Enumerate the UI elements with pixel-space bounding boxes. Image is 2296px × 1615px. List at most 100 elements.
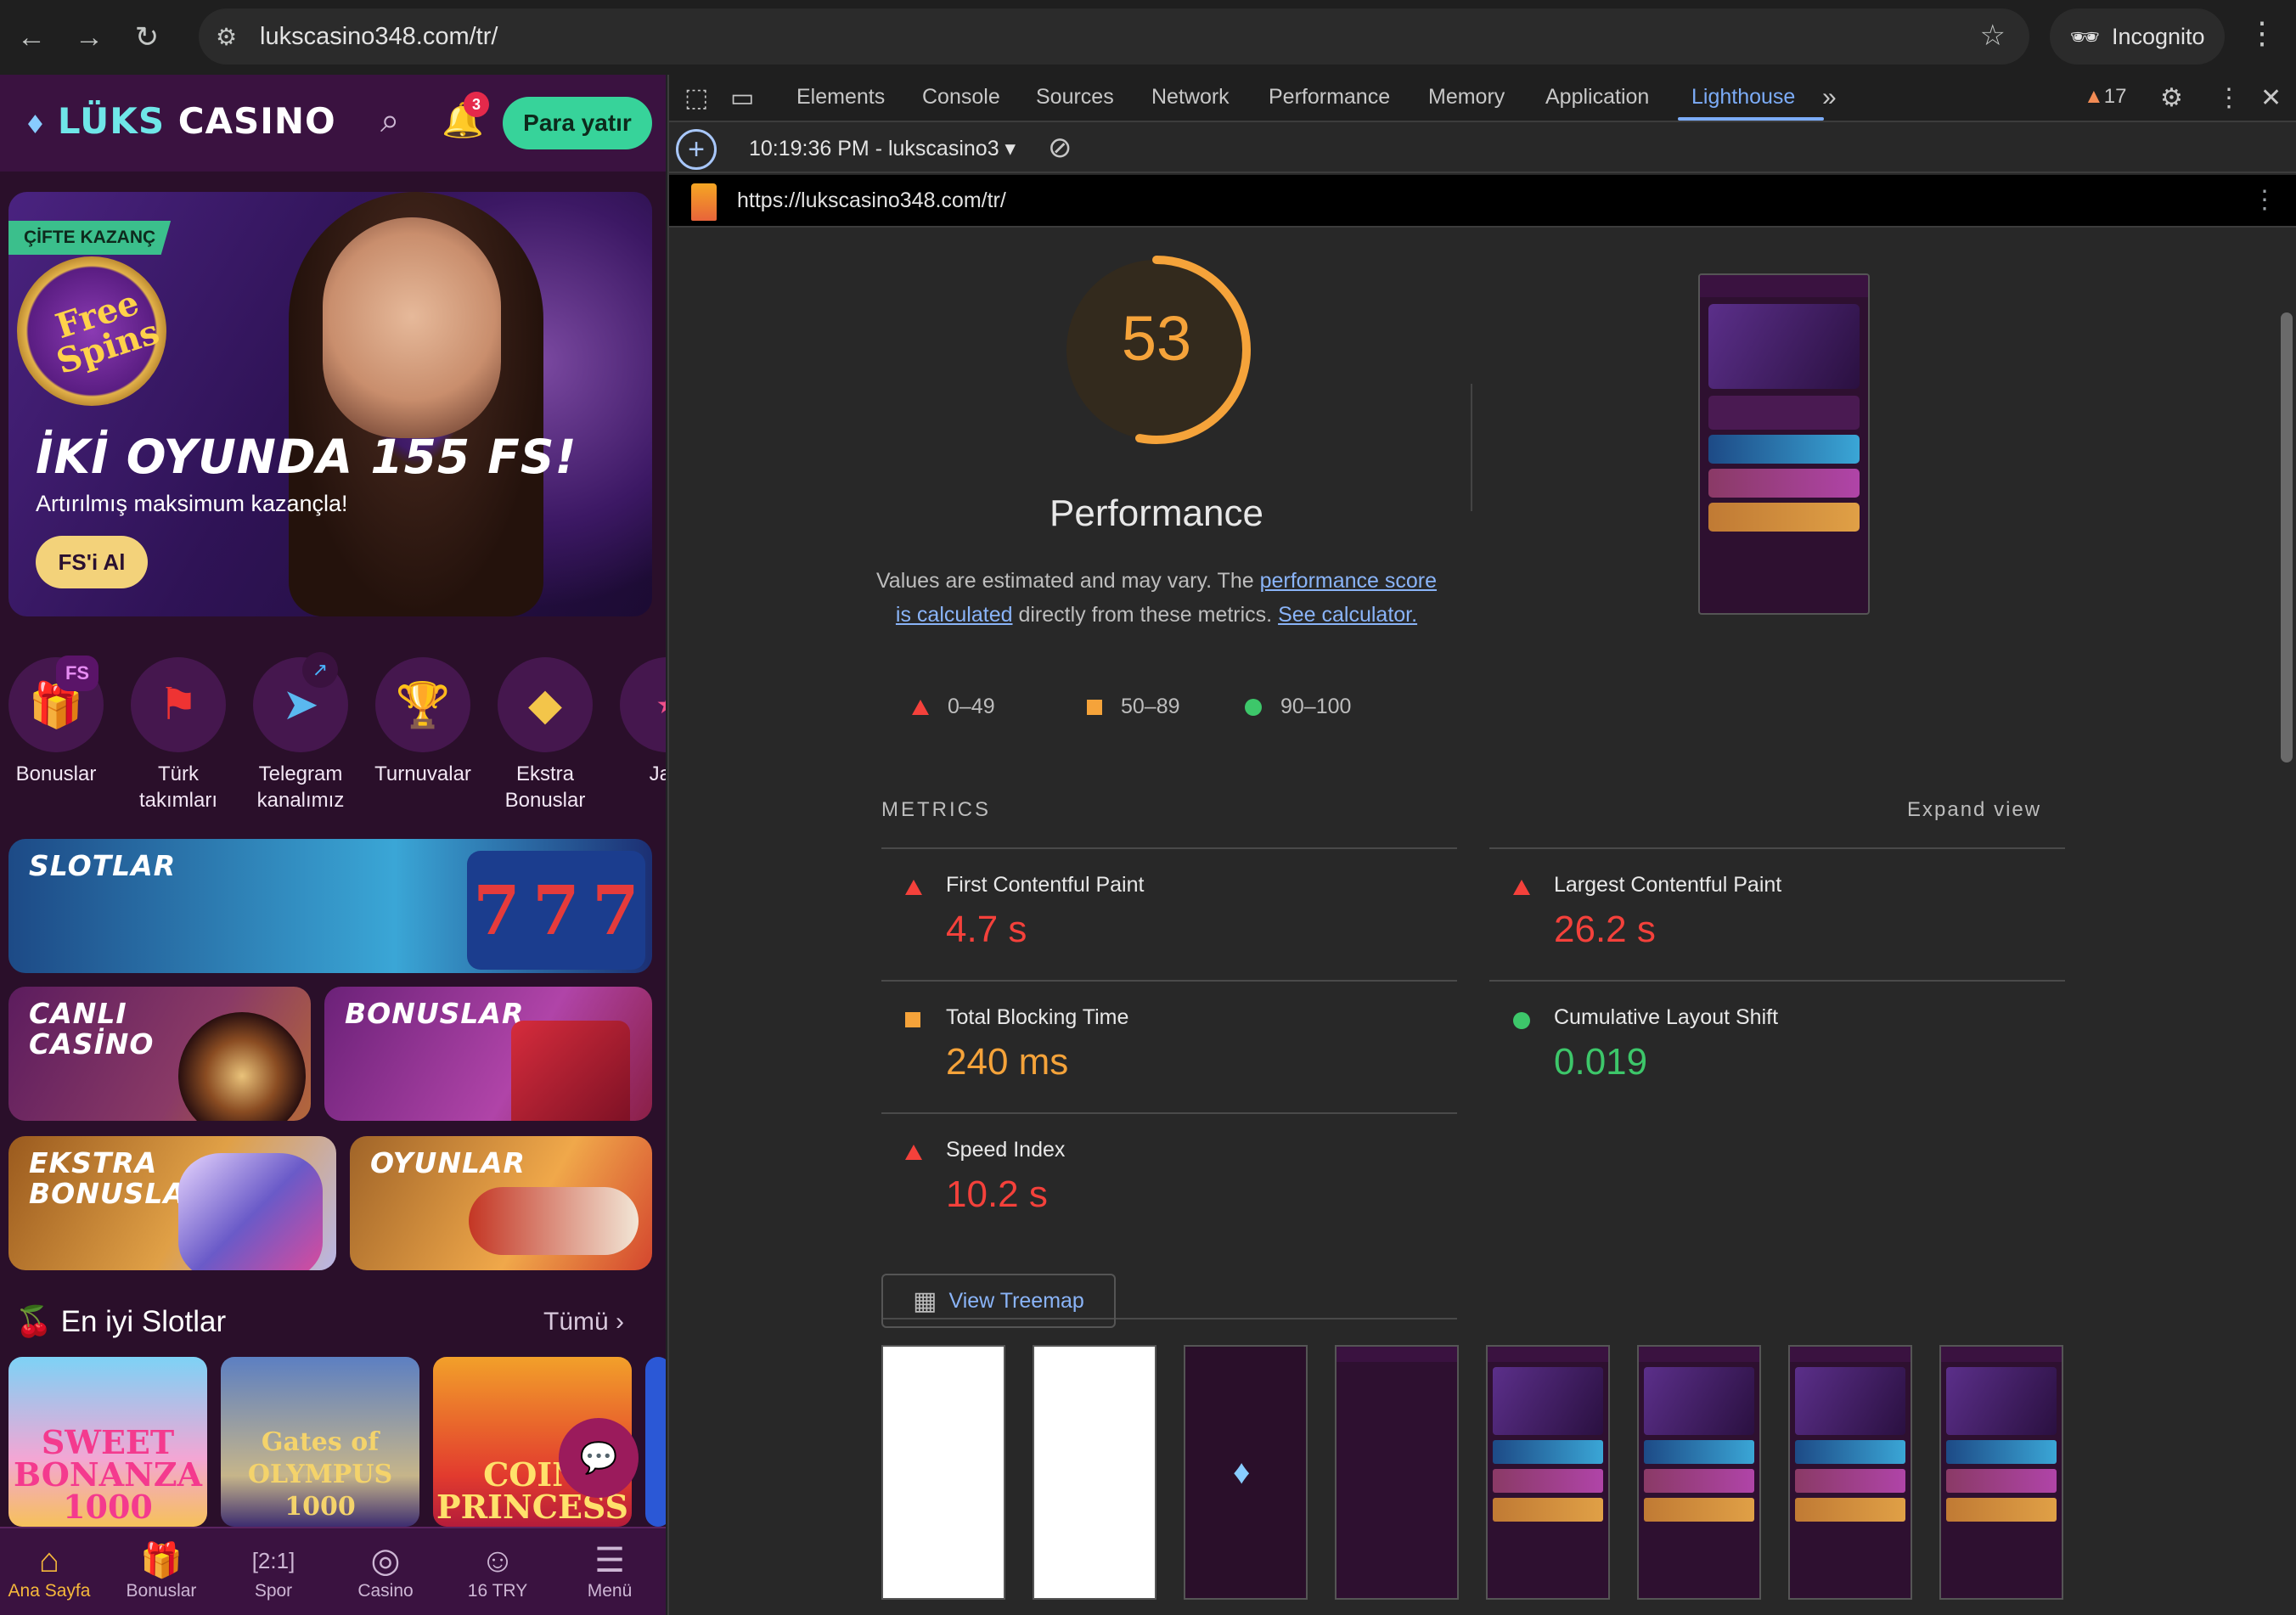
- more-tabs-icon[interactable]: »: [1822, 83, 1837, 112]
- metric-name: Speed Index: [946, 1138, 1066, 1162]
- nav-spor[interactable]: [2:1] Spor: [222, 1540, 324, 1601]
- nav-account[interactable]: ☺ 16 TRY: [447, 1540, 549, 1601]
- quick-link-label: Ekstra Bonuslar: [504, 762, 586, 812]
- warning-icon: ▲: [2084, 85, 2104, 108]
- chat-icon[interactable]: 💬: [559, 1418, 639, 1498]
- tile-title: CANLI CASİNO: [29, 997, 155, 1061]
- home-icon: ⌂: [38, 1542, 60, 1579]
- nav-menu[interactable]: ☰ Menü: [559, 1540, 661, 1601]
- airplane-image: [469, 1187, 639, 1255]
- tab-network[interactable]: Network: [1151, 85, 1230, 110]
- pass-circle-icon: [1513, 1012, 1530, 1029]
- address-text[interactable]: lukscasino348.com/tr/: [260, 23, 498, 51]
- quick-link-jackpot[interactable]: ★ Jacl: [608, 657, 666, 787]
- incognito-indicator[interactable]: 🕶 Incognito: [2050, 8, 2225, 65]
- tile-bonuslar[interactable]: BONUSLAR: [324, 987, 652, 1121]
- tab-lighthouse[interactable]: Lighthouse: [1691, 85, 1795, 110]
- metric-name: Total Blocking Time: [946, 1005, 1129, 1029]
- quick-link-bonuslar[interactable]: 🎁 FS Bonuslar: [0, 656, 115, 787]
- tile-slotlar[interactable]: SLOTLAR 777: [8, 839, 652, 973]
- turkey-flag-icon: ⚑: [131, 657, 226, 752]
- nav-label: 16 TRY: [467, 1581, 528, 1601]
- report-selector[interactable]: 10:19:36 PM - lukscasino3 ▾: [749, 136, 1016, 161]
- game-card[interactable]: Gates of OLYMPUS 1000: [221, 1357, 419, 1527]
- frame-header: [1941, 1347, 2062, 1362]
- settings-gear-icon[interactable]: ⚙: [2160, 83, 2183, 113]
- tab-performance[interactable]: Performance: [1269, 85, 1390, 110]
- tab-sources[interactable]: Sources: [1036, 85, 1114, 110]
- nav-bonuslar[interactable]: 🎁 Bonuslar: [110, 1540, 212, 1601]
- deposit-button[interactable]: Para yatır: [503, 97, 652, 149]
- legend-range: 50–89: [1121, 695, 1180, 718]
- filmstrip-frame: [1788, 1345, 1912, 1600]
- quick-link-turk-takimlari[interactable]: ⚑ Türk takımları: [119, 657, 238, 813]
- frame-tile: [1946, 1440, 2057, 1464]
- device-toolbar-icon[interactable]: ▭: [730, 83, 754, 113]
- tab-elements[interactable]: Elements: [796, 85, 885, 110]
- frame-tile: [1493, 1440, 1603, 1464]
- nav-casino[interactable]: ◎ Casino: [335, 1540, 436, 1601]
- tab-console[interactable]: Console: [922, 85, 1000, 110]
- game-card[interactable]: SWEET BONANZA 1000: [8, 1357, 207, 1527]
- notification-badge: 3: [464, 92, 489, 117]
- address-bar[interactable]: ⚙ lukscasino348.com/tr/ ☆: [199, 8, 2029, 65]
- filmstrip-frame: [1335, 1345, 1459, 1600]
- incognito-label: Incognito: [2111, 23, 2205, 49]
- section-title-text: En iyi Slotlar: [60, 1305, 227, 1338]
- nav-label: Menü: [587, 1581, 633, 1601]
- report-menu-icon[interactable]: ⋮: [2252, 185, 2277, 215]
- loading-gem-icon: ♦: [1233, 1454, 1251, 1491]
- tile-oyunlar[interactable]: OYUNLAR: [350, 1136, 652, 1270]
- diamond-icon: ◆: [498, 657, 593, 752]
- treemap-icon: ▦: [913, 1286, 937, 1315]
- site-info-icon[interactable]: ⚙: [216, 23, 250, 51]
- gift-box-image: [511, 1021, 630, 1121]
- quick-link-label: Türk takımları: [138, 762, 217, 812]
- quick-link-turnuvalar[interactable]: 🏆 Turnuvalar: [363, 657, 482, 787]
- warnings-counter[interactable]: ▲17: [2084, 85, 2126, 109]
- final-screenshot[interactable]: [1698, 273, 1870, 615]
- tile-canli-casino[interactable]: CANLI CASİNO: [8, 987, 311, 1121]
- metric-lcp: Largest Contentful Paint 26.2 s: [1489, 847, 2065, 982]
- inspect-element-icon[interactable]: ⬚: [684, 83, 708, 113]
- quick-links: 🎁 FS Bonuslar ⚑ Türk takımları ➤ ↗ Teleg…: [0, 652, 666, 812]
- scrollbar[interactable]: [2281, 312, 2293, 762]
- expand-view-toggle[interactable]: Expand view: [1907, 798, 2041, 822]
- nav-label: Casino: [357, 1581, 414, 1601]
- frame-tile: [1795, 1469, 1905, 1493]
- claim-fs-button[interactable]: FS'i Al: [36, 536, 148, 588]
- filmstrip-frame: [1939, 1345, 2063, 1600]
- bookmark-star-icon[interactable]: ☆: [1980, 19, 2006, 53]
- frame-tile: [1946, 1498, 2057, 1522]
- filmstrip-frame: [1637, 1345, 1761, 1600]
- frame-tile: [1795, 1498, 1905, 1522]
- calculator-link[interactable]: See calculator.: [1278, 603, 1417, 627]
- close-devtools-icon[interactable]: ✕: [2260, 83, 2282, 113]
- new-report-icon[interactable]: +: [676, 129, 717, 170]
- site-logo[interactable]: ♦ LÜKS CASINO: [24, 100, 336, 142]
- frame-tile: [1644, 1498, 1754, 1522]
- nav-home[interactable]: ⌂ Ana Sayfa: [0, 1540, 100, 1601]
- tab-application[interactable]: Application: [1545, 85, 1649, 110]
- quick-link-telegram[interactable]: ➤ ↗ Telegram kanalımız: [241, 652, 360, 813]
- devtools-menu-icon[interactable]: ⋮: [2216, 83, 2242, 113]
- view-treemap-button[interactable]: ▦ View Treemap: [881, 1274, 1116, 1328]
- see-all-link[interactable]: Tümü ›: [543, 1308, 624, 1336]
- quick-link-ekstra-bonuslar[interactable]: ◆ Ekstra Bonuslar: [486, 657, 605, 813]
- tab-memory[interactable]: Memory: [1428, 85, 1505, 110]
- search-icon[interactable]: ⌕: [380, 102, 399, 140]
- website-viewport: ♦ LÜKS CASINO ⌕ 🔔 3 Para yatır ÇİFTE KAZA…: [0, 75, 666, 1615]
- game-card[interactable]: [645, 1357, 666, 1527]
- nav-label: Bonuslar: [126, 1581, 197, 1601]
- forward-icon[interactable]: →: [63, 11, 115, 64]
- hero-banner[interactable]: ÇİFTE KAZANÇ Free Spins İKİ OYUNDA 155 F…: [8, 192, 652, 616]
- screenshot-header: [1700, 275, 1868, 297]
- red-triangle-icon: [912, 700, 929, 716]
- chrome-menu-icon[interactable]: ⋮: [2247, 15, 2277, 51]
- clear-reports-icon[interactable]: ⊘: [1048, 131, 1072, 165]
- tile-ekstra-bonuslar[interactable]: EKSTRA BONUSLAR: [8, 1136, 336, 1270]
- back-icon[interactable]: ←: [5, 11, 58, 64]
- score-legend: 0–49 50–89 90–100: [912, 695, 1438, 729]
- reload-icon[interactable]: ↻: [121, 11, 173, 64]
- game-name: SWEET BONANZA 1000: [13, 1423, 203, 1526]
